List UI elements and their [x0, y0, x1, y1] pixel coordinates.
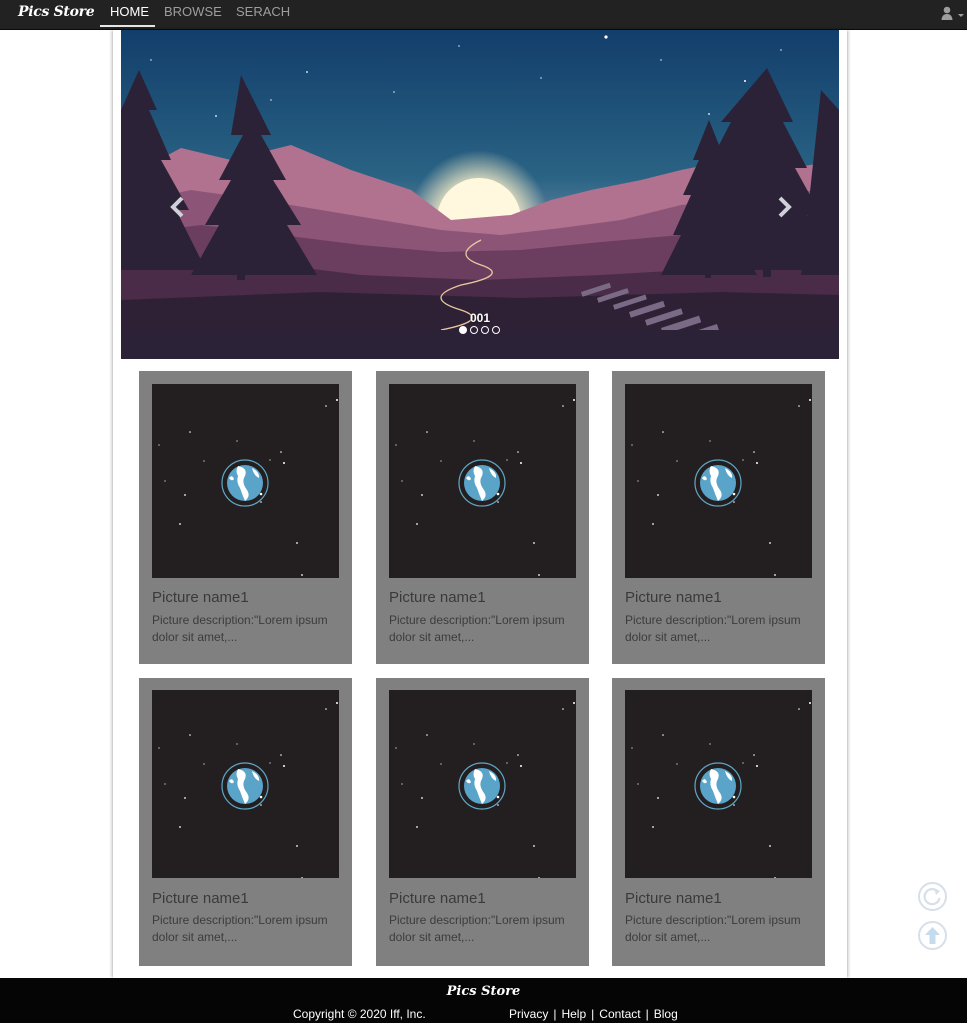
arrow-up-icon [925, 927, 940, 944]
carousel-indicator[interactable] [470, 326, 478, 334]
copyright-text: Copyright © 2020 Iff, Inc. [293, 1007, 426, 1021]
footer-logo: Pics Store [446, 984, 521, 999]
earth-image [389, 690, 576, 878]
picture-description: Picture description:"Lorem ipsum dolor s… [389, 613, 565, 644]
picture-thumbnail[interactable] [625, 384, 812, 578]
chevron-left-icon [170, 196, 184, 218]
picture-thumbnail[interactable] [389, 690, 576, 878]
brand-logo[interactable]: Pics Store [18, 4, 95, 20]
picture-description: Picture description:"Lorem ipsum dolor s… [625, 913, 801, 944]
link-separator: | [591, 1007, 595, 1021]
footer-link-privacy[interactable]: Privacy [509, 1007, 548, 1021]
picture-description: Picture description:"Lorem ipsum dolor s… [625, 613, 801, 644]
picture-name: Picture name1 [625, 589, 722, 606]
footer-links: Privacy | Help | Contact | Blog [509, 1007, 678, 1021]
footer-link-help[interactable]: Help [561, 1007, 586, 1021]
picture-name: Picture name1 [152, 589, 249, 606]
picture-name: Picture name1 [389, 890, 486, 907]
site-footer: Pics Store Copyright © 2020 Iff, Inc. Pr… [0, 978, 967, 1023]
link-separator: | [553, 1007, 557, 1021]
picture-thumbnail[interactable] [152, 690, 339, 878]
picture-description: Picture description:"Lorem ipsum dolor s… [152, 913, 328, 944]
user-icon [941, 6, 964, 20]
footer-link-contact[interactable]: Contact [599, 1007, 640, 1021]
picture-thumbnail[interactable] [625, 690, 812, 878]
top-navbar: Pics Store HOME BROWSE SERACH [0, 0, 967, 30]
carousel-caption: 001 [469, 311, 491, 325]
link-separator: | [645, 1007, 649, 1021]
carousel-indicator[interactable] [492, 326, 500, 334]
carousel-next-button[interactable] [773, 194, 795, 220]
nav-search[interactable]: SERACH [236, 0, 290, 28]
picture-thumbnail[interactable] [152, 384, 339, 578]
refresh-icon [923, 888, 941, 906]
picture-description: Picture description:"Lorem ipsum dolor s… [152, 613, 328, 644]
earth-image [625, 690, 812, 878]
picture-card[interactable]: Picture name1 Picture description:"Lorem… [612, 371, 825, 664]
carousel-indicator[interactable] [481, 326, 489, 334]
picture-name: Picture name1 [625, 890, 722, 907]
carousel-prev-button[interactable] [167, 194, 189, 220]
picture-name: Picture name1 [389, 589, 486, 606]
nav-home[interactable]: HOME [110, 0, 149, 28]
earth-image [625, 384, 812, 578]
picture-card[interactable]: Picture name1 Picture description:"Lorem… [139, 371, 352, 664]
active-nav-indicator [100, 25, 155, 27]
carousel-indicator[interactable] [459, 326, 467, 334]
picture-card[interactable]: Picture name1 Picture description:"Lorem… [612, 678, 825, 966]
user-menu-button[interactable] [941, 5, 965, 23]
refresh-button[interactable] [918, 882, 947, 911]
earth-image [152, 384, 339, 578]
earth-image [389, 384, 576, 578]
chevron-right-icon [778, 196, 792, 218]
picture-card[interactable]: Picture name1 Picture description:"Lorem… [376, 371, 589, 664]
picture-name: Picture name1 [152, 890, 249, 907]
earth-image [152, 690, 339, 878]
picture-card[interactable]: Picture name1 Picture description:"Lorem… [139, 678, 352, 966]
hero-carousel[interactable]: 001 [121, 30, 839, 359]
picture-description: Picture description:"Lorem ipsum dolor s… [389, 913, 565, 944]
landscape-image [121, 30, 839, 359]
nav-browse[interactable]: BROWSE [164, 0, 222, 28]
picture-thumbnail[interactable] [389, 384, 576, 578]
footer-link-blog[interactable]: Blog [654, 1007, 678, 1021]
back-to-top-button[interactable] [918, 921, 947, 950]
picture-card[interactable]: Picture name1 Picture description:"Lorem… [376, 678, 589, 966]
